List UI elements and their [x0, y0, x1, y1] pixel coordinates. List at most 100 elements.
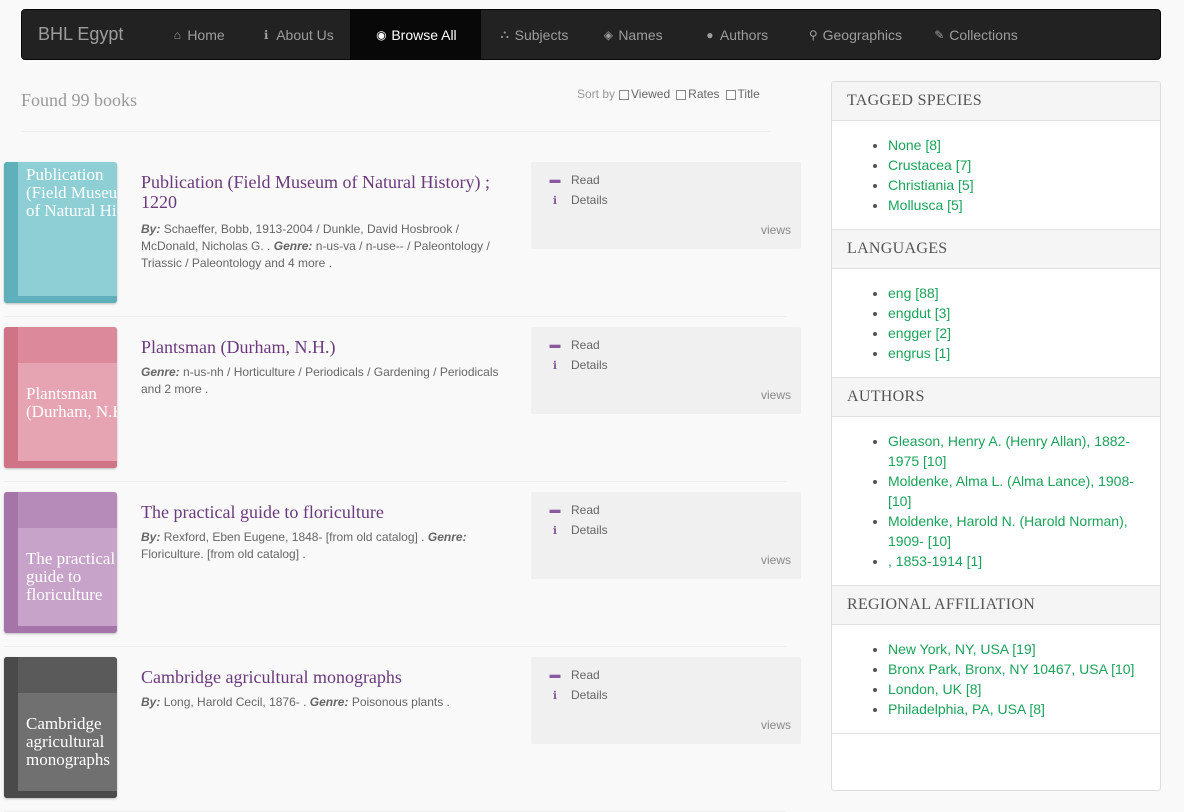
brand-logo[interactable]: BHL Egypt — [22, 10, 152, 59]
book-divider — [4, 481, 786, 482]
nav-item-browse-all[interactable]: ◉ Browse All — [350, 10, 481, 59]
book-meta: By: Long, Harold Cecil, 1876- . Genre: P… — [141, 694, 511, 711]
facet-list: New York, NY, USA [19] Bronx Park, Bronx,… — [832, 625, 1160, 734]
nav-item-label: Subjects — [514, 26, 569, 43]
facet-link[interactable]: Bronx Park, Bronx, NY 10467, USA [10] — [888, 661, 1134, 677]
info-icon: ℹ — [552, 524, 558, 537]
nav-item-about-us[interactable]: ℹ About Us — [243, 10, 350, 59]
home-icon: ⌂ — [173, 27, 181, 42]
info-icon: ℹ — [552, 194, 558, 207]
book-icon: ▬ — [549, 504, 561, 516]
nav-item-authors[interactable]: ● Authors — [679, 10, 792, 59]
facet-link[interactable]: Gleason, Henry A. (Henry Allan), 1882-19… — [888, 433, 1130, 469]
facet-item: New York, NY, USA [19] — [888, 639, 1145, 659]
book-item: Plantsman (Durham, N.H.) Plantsman (Durh… — [4, 327, 804, 482]
book-title-link[interactable]: Publication (Field Museum of Natural His… — [141, 172, 511, 212]
facet-link[interactable]: Christiania [5] — [888, 177, 974, 193]
cover-band — [4, 327, 117, 363]
read-link[interactable]: ▬ Read — [549, 173, 600, 187]
book-icon: ▬ — [549, 339, 561, 351]
views-count: views — [760, 223, 791, 237]
book-cover[interactable]: Plantsman (Durham, N.H.) — [4, 327, 117, 468]
nav-menu: ⌂ Home ℹ About Us ◉ Browse All ⛬ Subjects ◈ Names… — [152, 10, 1033, 59]
sort-title-checkbox[interactable] — [725, 89, 736, 100]
details-link[interactable]: ℹ Details — [549, 193, 608, 207]
sort-viewed-option[interactable]: Viewed — [619, 87, 672, 101]
genre-label: Genre: — [427, 530, 467, 544]
nav-item-geographics[interactable]: ⚲ Geographics — [792, 10, 917, 59]
nav-item-label: Authors — [719, 26, 769, 43]
details-link[interactable]: ℹ Details — [549, 688, 608, 702]
sort-rates-checkbox[interactable] — [676, 89, 687, 100]
book-cover[interactable]: The practical guide to floriculture — [4, 492, 117, 633]
facet-link[interactable]: Moldenke, Harold N. (Harold Norman), 190… — [888, 513, 1128, 549]
facet-link[interactable]: engdut [3] — [888, 305, 950, 321]
facet-item: Philadelphia, PA, USA [8] — [888, 699, 1145, 719]
facet-link[interactable]: , 1853-1914 [1] — [888, 553, 982, 569]
facet-item: Crustacea [7] — [888, 155, 1145, 175]
cover-spine — [4, 327, 18, 468]
facet-item: engger [2] — [888, 323, 1145, 343]
sort-controls: Sort by Viewed Rates Title — [577, 87, 762, 101]
nav-item-names[interactable]: ◈ Names — [585, 10, 679, 59]
facet-link[interactable]: Philadelphia, PA, USA [8] — [888, 701, 1045, 717]
info-icon: ℹ — [552, 689, 558, 702]
read-link[interactable]: ▬ Read — [549, 668, 600, 682]
globe-icon: ◉ — [376, 27, 387, 42]
nav-item-home[interactable]: ⌂ Home — [152, 10, 243, 59]
nav-item-label: Home — [187, 26, 225, 43]
book-divider — [4, 646, 786, 647]
book-meta: By: Rexford, Eben Eugene, 1848- [from ol… — [141, 529, 511, 563]
book-divider — [4, 316, 786, 317]
genre-label: Genre: — [141, 365, 180, 379]
facet-link[interactable]: London, UK [8] — [888, 681, 981, 697]
facet-link[interactable]: engrus [1] — [888, 345, 950, 361]
sort-rates-option[interactable]: Rates — [676, 87, 721, 101]
facet-item: engdut [3] — [888, 303, 1145, 323]
facet-item: Gleason, Henry A. (Henry Allan), 1882-19… — [888, 431, 1145, 471]
facet-item: engrus [1] — [888, 343, 1145, 363]
cover-band — [4, 657, 117, 693]
read-link[interactable]: ▬ Read — [549, 503, 600, 517]
info-icon: ℹ — [552, 359, 558, 372]
details-link[interactable]: ℹ Details — [549, 358, 608, 372]
details-link[interactable]: ℹ Details — [549, 523, 608, 537]
sort-viewed-checkbox[interactable] — [619, 89, 630, 100]
cover-title: Plantsman (Durham, N.H.) — [26, 384, 117, 421]
facet-link[interactable]: New York, NY, USA [19] — [888, 641, 1036, 657]
facet-link[interactable]: Crustacea [7] — [888, 157, 971, 173]
views-count: views — [760, 388, 791, 402]
facet-item: Moldenke, Harold N. (Harold Norman), 190… — [888, 511, 1145, 551]
facet-item: eng [88] — [888, 283, 1145, 303]
facet-list: None [8] Crustacea [7] Christiania [5] Moll… — [832, 121, 1160, 230]
book-title-link[interactable]: The practical guide to floriculture — [141, 502, 511, 522]
genre-label: Genre: — [309, 695, 349, 709]
facet-link[interactable]: Moldenke, Alma L. (Alma Lance), 1908- [1… — [888, 473, 1134, 509]
book-cover[interactable]: Cambridge agricultural monographs — [4, 657, 117, 798]
collection-icon: ✎ — [934, 27, 945, 42]
author-value: Long, Harold Cecil, 1876- . — [163, 695, 307, 709]
book-item: Cambridge agricultural monographs Cambri… — [4, 657, 804, 812]
results-divider — [21, 131, 771, 132]
book-cover[interactable]: Publication (Field Museum of Natural His… — [4, 162, 117, 303]
facet-heading-tagged-species: TAGGED SPECIES — [832, 82, 1160, 121]
sort-title-option[interactable]: Title — [725, 87, 762, 101]
author-label: By: — [141, 222, 161, 236]
cover-title: The practical guide to floriculture — [26, 549, 116, 604]
top-navbar: BHL Egypt ⌂ Home ℹ About Us ◉ Browse All ⛬ Subj… — [21, 9, 1161, 60]
cover-band — [4, 492, 117, 528]
book-icon: ▬ — [549, 669, 561, 681]
facet-link[interactable]: eng [88] — [888, 285, 939, 301]
book-title-link[interactable]: Plantsman (Durham, N.H.) — [141, 337, 511, 357]
read-link[interactable]: ▬ Read — [549, 338, 600, 352]
facet-item: Christiania [5] — [888, 175, 1145, 195]
user-icon: ● — [706, 27, 714, 42]
nav-item-label: Browse All — [391, 26, 457, 43]
book-actions: ▬ Read ℹ Details views — [531, 162, 801, 249]
book-title-link[interactable]: Cambridge agricultural monographs — [141, 667, 511, 687]
facet-link[interactable]: engger [2] — [888, 325, 951, 341]
nav-item-subjects[interactable]: ⛬ Subjects — [481, 10, 585, 59]
facet-link[interactable]: Mollusca [5] — [888, 197, 963, 213]
nav-item-collections[interactable]: ✎ Collections — [917, 10, 1033, 59]
facet-link[interactable]: None [8] — [888, 137, 941, 153]
